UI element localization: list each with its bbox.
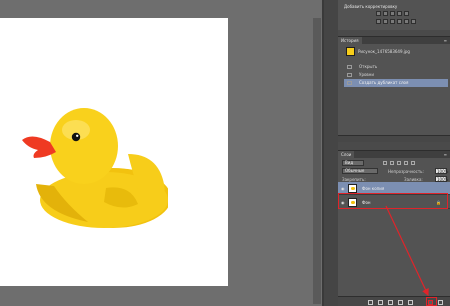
panel-menu-icon[interactable]: ≡ — [444, 38, 447, 43]
snapshot-label[interactable]: Рисунок_1476583649.jpg — [358, 49, 410, 54]
layer-filter-value: Вид — [345, 160, 354, 165]
smart-object-filter-icon[interactable] — [411, 161, 415, 165]
tab-layers[interactable]: Слои — [338, 151, 355, 158]
rubber-duck-image — [22, 108, 168, 228]
history-panel: История ≡ Рисунок_1476583649.jpg Открыть… — [338, 36, 450, 142]
history-item-label: Открыть — [359, 64, 378, 69]
history-item-label: Создать дубликат слоя — [359, 80, 409, 85]
channel-mixer-icon[interactable] — [404, 19, 409, 24]
opacity-label: Непрозрачность: — [388, 169, 424, 174]
shape-filter-icon[interactable] — [404, 161, 408, 165]
document-workspace — [0, 0, 322, 306]
tab-history[interactable]: История — [338, 37, 362, 44]
adjustments-title: Добавить корректировку — [344, 4, 398, 9]
history-state-icon — [347, 73, 352, 77]
layer-style-icon[interactable] — [378, 300, 383, 305]
history-panel-header: История ≡ — [338, 37, 450, 44]
pixel-filter-icon[interactable] — [383, 161, 387, 165]
link-layers-icon[interactable] — [368, 300, 373, 305]
adjustment-icons-row-2 — [376, 19, 416, 24]
layer-name[interactable]: Фон копия — [362, 186, 384, 191]
annotation-highlight-box — [338, 193, 448, 209]
black-white-icon[interactable] — [390, 19, 395, 24]
photo-filter-icon[interactable] — [397, 19, 402, 24]
annotation-new-layer-highlight — [426, 297, 437, 306]
trash-icon[interactable] — [438, 300, 443, 305]
layer-filter-icons — [383, 161, 415, 165]
layer-thumbnail — [348, 184, 357, 193]
color-lookup-icon[interactable] — [411, 19, 416, 24]
curves-icon[interactable] — [390, 11, 395, 16]
layer-filter-dropdown[interactable]: Вид — [342, 160, 364, 166]
history-item-label: Уровни — [359, 72, 374, 77]
vertical-scrollbar[interactable] — [313, 18, 321, 304]
adjustment-filter-icon[interactable] — [390, 161, 394, 165]
history-state-icon — [347, 65, 352, 69]
exposure-icon[interactable] — [397, 11, 402, 16]
opacity-input[interactable]: 100% — [435, 168, 448, 174]
visibility-eye-icon[interactable]: ◉ — [341, 186, 345, 191]
layers-panel-header: Слои ≡ — [338, 151, 450, 158]
new-group-icon[interactable] — [408, 300, 413, 305]
history-item[interactable]: Открыть — [344, 63, 448, 71]
snapshot-thumbnail[interactable] — [346, 47, 355, 56]
history-item-selected[interactable]: Создать дубликат слоя — [344, 79, 448, 87]
levels-icon[interactable] — [383, 11, 388, 16]
panel-menu-icon[interactable]: ≡ — [444, 152, 447, 157]
collapsed-panel-strip[interactable] — [324, 0, 338, 306]
color-balance-icon[interactable] — [383, 19, 388, 24]
history-item[interactable]: Уровни — [344, 71, 448, 79]
hue-saturation-icon[interactable] — [376, 19, 381, 24]
new-adjustment-layer-icon[interactable] — [398, 300, 403, 305]
history-panel-footer — [338, 135, 450, 142]
type-filter-icon[interactable] — [397, 161, 401, 165]
add-mask-icon[interactable] — [388, 300, 393, 305]
blend-mode-dropdown[interactable]: Обычные — [342, 168, 378, 174]
layers-panel: Слои ≡ Вид Обычные Непрозрачность: 100% … — [338, 150, 450, 306]
adjustments-panel: Добавить корректировку — [338, 0, 450, 30]
vibrance-icon[interactable] — [404, 11, 409, 16]
adjustment-icons-row-1 — [376, 11, 409, 16]
brightness-icon[interactable] — [376, 11, 381, 16]
document-canvas[interactable] — [0, 18, 228, 286]
history-state-icon — [347, 81, 352, 85]
blend-mode-value: Обычные — [345, 168, 365, 173]
